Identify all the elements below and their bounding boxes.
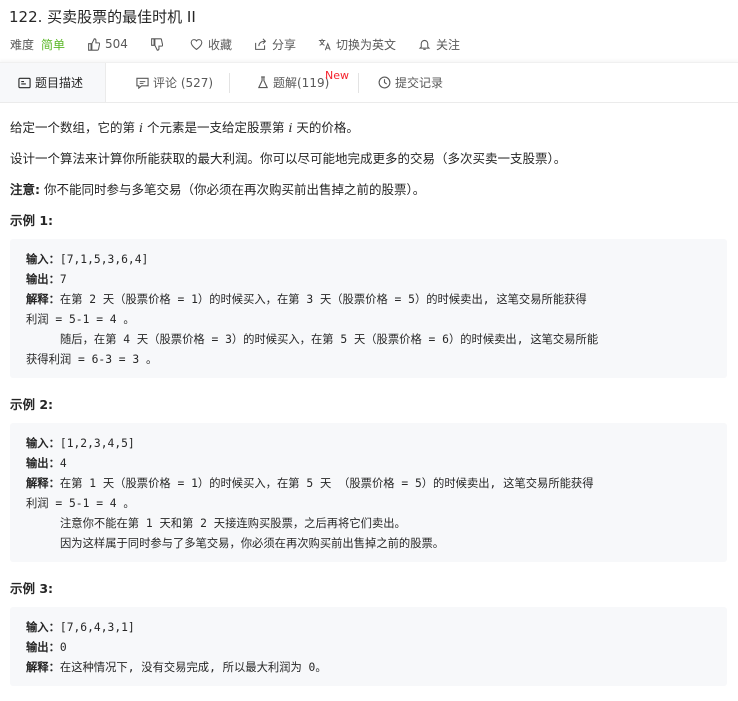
example-heading: 示例 3: bbox=[10, 581, 54, 596]
problem-tabs: 题目描述 评论 (527) 题解(119) 提交记录 bbox=[0, 62, 738, 103]
bell-icon bbox=[418, 39, 431, 50]
clock-icon bbox=[378, 76, 391, 89]
dislike-button[interactable] bbox=[150, 37, 168, 51]
share-icon bbox=[255, 37, 267, 50]
follow-button[interactable]: 关注 bbox=[418, 36, 460, 53]
thumbs-down-icon bbox=[151, 37, 163, 51]
tab-solutions[interactable]: 题解(119) bbox=[257, 63, 329, 102]
problem-meta-bar: 难度 简单 504 收藏 分享 切换为英文 关注 bbox=[10, 34, 482, 54]
description-paragraph: 给定一个数组，它的第 i 个元素是一支给定股票第 i 天的价格。 bbox=[10, 120, 359, 135]
comment-icon bbox=[136, 77, 149, 89]
tab-comments-label: 评论 (527) bbox=[153, 76, 214, 90]
share-label: 分享 bbox=[271, 37, 296, 52]
tab-submissions[interactable]: 提交记录 bbox=[378, 63, 443, 102]
tab-solutions-label: 题解(119) bbox=[273, 76, 330, 90]
difficulty-label: 难度 bbox=[10, 37, 35, 52]
switch-language-button[interactable]: 切换为英文 bbox=[318, 36, 396, 53]
share-button[interactable]: 分享 bbox=[254, 36, 296, 53]
difficulty-badge: 简单 bbox=[41, 37, 66, 52]
switch-language-label: 切换为英文 bbox=[335, 37, 396, 52]
example-code-block: 输入：[7,1,5,3,6,4] 输出：7 解释：在第 2 天（股票价格 = 1）的… bbox=[10, 239, 727, 378]
like-button[interactable]: 504 bbox=[87, 37, 128, 51]
tab-comments[interactable]: 评论 (527) bbox=[136, 63, 213, 102]
new-badge: New bbox=[325, 69, 349, 82]
tab-description[interactable]: 题目描述 bbox=[0, 63, 106, 102]
tab-submissions-label: 提交记录 bbox=[395, 76, 444, 90]
favorite-button[interactable]: 收藏 bbox=[190, 36, 232, 53]
tab-divider bbox=[358, 73, 359, 93]
heart-icon bbox=[190, 38, 203, 50]
tab-divider bbox=[229, 73, 230, 93]
problem-title: 122. 买卖股票的最佳时机 II bbox=[9, 8, 196, 26]
favorite-label: 收藏 bbox=[207, 37, 232, 52]
thumbs-up-icon bbox=[88, 37, 101, 51]
description-paragraph: 设计一个算法来计算你所能获取的最大利润。你可以尽可能地完成更多的交易（多次买卖一… bbox=[10, 151, 567, 166]
example-heading: 示例 1: bbox=[10, 213, 54, 228]
note-label: 注意: bbox=[10, 182, 40, 197]
note-paragraph: 注意: 你不能同时参与多笔交易（你必须在再次购买前出售掉之前的股票）。 bbox=[10, 182, 426, 197]
like-count: 504 bbox=[105, 37, 128, 51]
example-heading: 示例 2: bbox=[10, 397, 54, 412]
follow-label: 关注 bbox=[435, 37, 460, 52]
example-code-block: 输入：[7,6,4,3,1] 输出：0 解释：在这种情况下, 没有交易完成, 所以最… bbox=[10, 607, 727, 686]
tab-description-label: 题目描述 bbox=[35, 76, 84, 90]
description-icon bbox=[18, 77, 31, 88]
example-code-block: 输入：[1,2,3,4,5] 输出：4 解释：在第 1 天（股票价格 = 1）的时候… bbox=[10, 423, 727, 562]
translate-icon bbox=[318, 38, 331, 50]
flask-icon bbox=[257, 76, 269, 89]
